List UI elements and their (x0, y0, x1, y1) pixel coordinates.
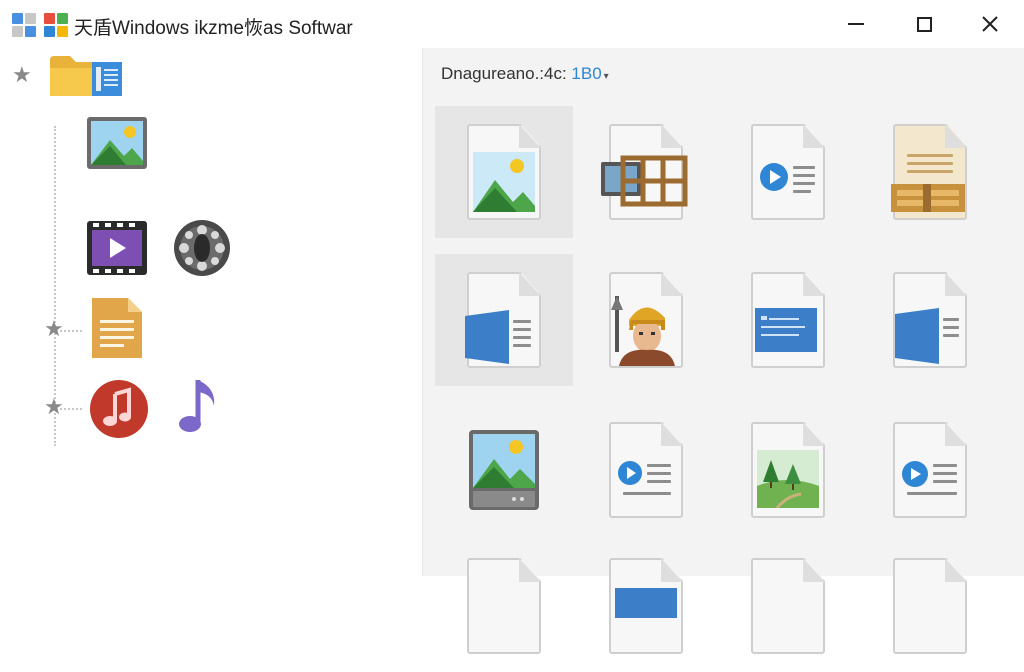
video-document-icon (609, 422, 683, 518)
blue-document-icon (609, 558, 683, 654)
windows-logo-icon (44, 13, 68, 37)
folder-icon[interactable] (48, 52, 126, 100)
film-crate-file-icon (601, 124, 688, 220)
document-file-icon (751, 558, 825, 654)
video-document-icon (751, 124, 825, 220)
favorite-star-icon[interactable]: ★ (44, 318, 64, 340)
video-document-icon (893, 422, 967, 518)
file-item-archive[interactable] (861, 106, 999, 238)
favorite-star-icon[interactable]: ★ (44, 396, 64, 418)
close-icon (982, 16, 998, 32)
presentation-file-icon (751, 272, 825, 368)
music-note-icon[interactable] (176, 374, 226, 440)
blue-document-icon (465, 272, 541, 368)
chevron-down-icon: ▾ (603, 71, 609, 82)
window-title: 天盾Windows ikzme恢as Softwar (74, 18, 353, 39)
film-reel-icon[interactable] (172, 218, 232, 278)
blue-document-icon (893, 272, 967, 368)
minimize-icon (848, 23, 864, 25)
file-item-row4-2[interactable] (577, 540, 715, 672)
file-item-video-document-2[interactable] (577, 404, 715, 536)
close-button[interactable] (960, 0, 1020, 48)
file-item-film-crate[interactable] (577, 106, 715, 238)
file-item-video-document[interactable] (719, 106, 857, 238)
video-icon[interactable] (86, 220, 148, 276)
app-logo-icon (12, 13, 36, 37)
file-item-landscape[interactable] (719, 404, 857, 536)
image-file-icon (467, 124, 541, 220)
document-icon[interactable] (90, 296, 144, 360)
file-item-blue-document-2[interactable] (861, 254, 999, 386)
music-icon[interactable] (88, 378, 150, 440)
portrait-file-icon (609, 272, 683, 368)
landscape-file-icon (751, 422, 825, 518)
folder-tree: ★ ★ ★ (0, 48, 422, 576)
document-file-icon (893, 558, 967, 654)
path-value: 1B0 (571, 64, 602, 83)
document-file-icon (467, 558, 541, 654)
file-item-blue-document[interactable] (435, 254, 573, 386)
picture-frame-icon (469, 430, 539, 510)
file-item-image[interactable] (435, 106, 573, 238)
file-item-row4-4[interactable] (861, 540, 999, 672)
file-item-row4-3[interactable] (719, 540, 857, 672)
maximize-button[interactable] (894, 0, 954, 48)
file-item-picture-frame[interactable] (435, 404, 573, 536)
file-item-video-document-3[interactable] (861, 404, 999, 536)
path-dropdown[interactable]: Dnagureano.:4c: 1B0 ▾ (441, 64, 609, 84)
archive-file-icon (891, 124, 967, 220)
path-prefix: Dnagureano.:4c: (441, 64, 572, 83)
title-bar: 天盾Windows ikzme恢as Softwar (0, 0, 1024, 48)
minimize-button[interactable] (826, 0, 886, 48)
file-item-row4-1[interactable] (435, 540, 573, 672)
file-view-pane: Dnagureano.:4c: 1B0 ▾ (422, 48, 1024, 654)
favorite-star-icon[interactable]: ★ (12, 64, 32, 86)
image-icon[interactable] (86, 116, 148, 170)
file-item-presentation[interactable] (719, 254, 857, 386)
maximize-icon (916, 16, 932, 32)
file-item-portrait[interactable] (577, 254, 715, 386)
